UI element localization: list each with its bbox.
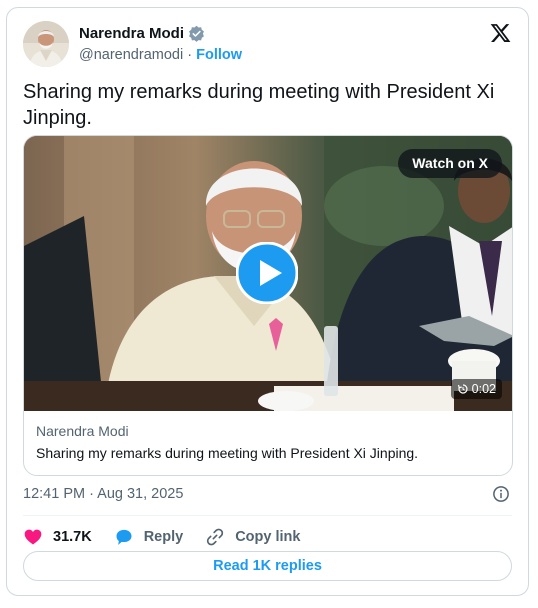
handle-separator: ·: [187, 47, 193, 63]
tweet-timestamp[interactable]: 12:41 PM · Aug 31, 2025: [23, 486, 183, 502]
read-replies-button[interactable]: Read 1K replies: [23, 551, 512, 581]
video-duration-badge: 0:02: [450, 379, 502, 399]
watch-on-x-button[interactable]: Watch on X: [398, 149, 502, 178]
media-card-title: Narendra Modi: [36, 423, 129, 439]
action-bar: 31.7K Reply Copy link: [23, 522, 322, 552]
author-name[interactable]: Narendra Modi: [79, 25, 184, 42]
author-handle[interactable]: @narendramodi: [79, 47, 183, 63]
verified-badge-icon: [189, 25, 204, 42]
media-card-text: Sharing my remarks during meeting with P…: [36, 445, 419, 461]
tweet-embed-card[interactable]: Narendra Modi @narendramodi · Follow Sha…: [6, 7, 529, 596]
copy-link-button[interactable]: Copy link: [205, 527, 300, 547]
reply-label: Reply: [143, 529, 184, 545]
x-logo-icon[interactable]: [489, 22, 512, 44]
copy-link-label: Copy link: [235, 529, 301, 545]
video-thumbnail[interactable]: Watch on X 0:02: [24, 136, 512, 411]
play-icon[interactable]: [236, 242, 298, 304]
follow-button[interactable]: Follow: [196, 47, 242, 63]
reply-bubble-icon: [116, 529, 132, 545]
replay-icon: [457, 384, 468, 394]
media-card[interactable]: Watch on X 0:02 Narendra Modi Sharing my…: [23, 135, 513, 476]
like-button[interactable]: 31.7K: [23, 527, 92, 547]
reply-button[interactable]: Reply: [114, 527, 184, 547]
author-avatar[interactable]: [23, 21, 69, 67]
handle-row: @narendramodi · Follow: [79, 47, 242, 63]
link-icon: [207, 528, 224, 546]
duration-text: 0:02: [471, 382, 496, 396]
tweet-text: Sharing my remarks during meeting with P…: [23, 81, 495, 129]
divider: [23, 515, 512, 516]
heart-icon: [24, 529, 42, 545]
like-count: 31.7K: [53, 529, 92, 545]
media-card-footer[interactable]: Narendra Modi Sharing my remarks during …: [24, 411, 512, 475]
info-icon[interactable]: [492, 485, 510, 503]
